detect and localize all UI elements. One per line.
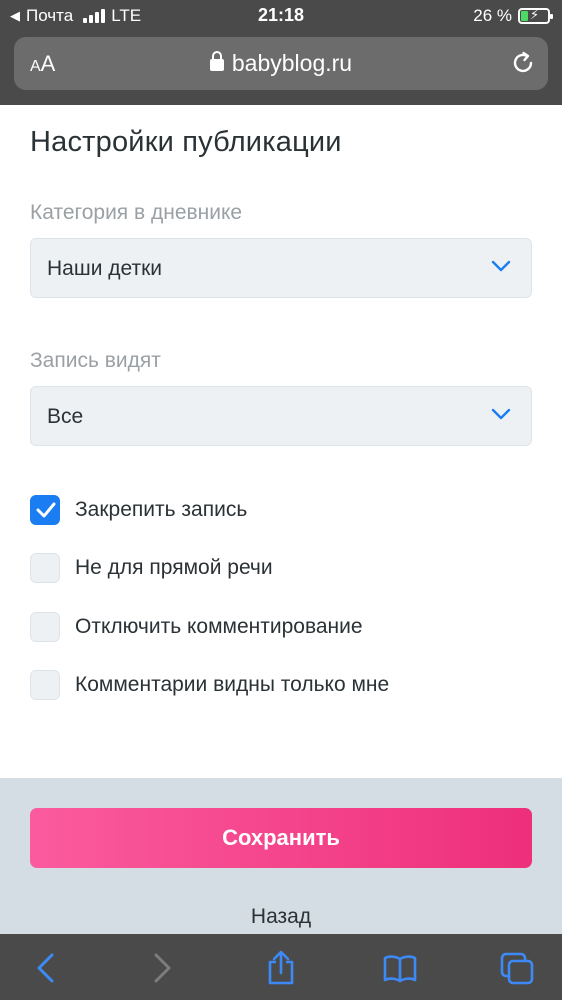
- not-direct-speech-checkbox[interactable]: [30, 553, 60, 583]
- chevron-down-icon: [491, 407, 511, 426]
- browser-toolbar: [0, 934, 562, 1000]
- checkbox-label: Отключить комментирование: [75, 615, 363, 638]
- chevron-down-icon: [491, 259, 511, 278]
- checkbox-label: Закрепить запись: [75, 498, 248, 521]
- battery-fill: [521, 11, 528, 21]
- forward-icon[interactable]: [142, 950, 182, 986]
- category-value: Наши детки: [47, 257, 163, 280]
- checkbox-label: Не для прямой речи: [75, 556, 273, 579]
- disable-comments-checkbox[interactable]: [30, 612, 60, 642]
- back-icon[interactable]: [26, 950, 66, 986]
- save-button[interactable]: Сохранить: [30, 808, 532, 868]
- status-right: 26 % ⚡: [473, 6, 553, 26]
- visibility-label: Запись видят: [30, 349, 161, 372]
- publication-settings: Настройки публикации Категория в дневник…: [0, 105, 562, 778]
- pin-checkbox[interactable]: [30, 495, 60, 525]
- category-select[interactable]: Наши детки: [30, 238, 532, 298]
- status-bar: ◀ Почта LTE 21:18 26 % ⚡: [0, 0, 562, 32]
- bookmarks-icon[interactable]: [380, 950, 420, 986]
- back-link[interactable]: Назад: [0, 905, 562, 929]
- checkbox-row-pin[interactable]: Закрепить запись: [30, 495, 247, 525]
- battery-percent: 26 %: [473, 6, 512, 25]
- tabs-icon[interactable]: [497, 950, 537, 986]
- battery-icon: ⚡: [518, 7, 553, 24]
- actions-panel: Сохранить Назад: [0, 778, 562, 934]
- page-title: Настройки публикации: [30, 126, 342, 158]
- url-display[interactable]: babyblog.ru: [14, 50, 548, 77]
- checkbox-row-disable-comments[interactable]: Отключить комментирование: [30, 612, 363, 642]
- visibility-value: Все: [47, 405, 84, 428]
- check-icon: [36, 502, 56, 518]
- share-icon[interactable]: [261, 950, 301, 986]
- address-bar[interactable]: AA babyblog.ru: [14, 37, 548, 90]
- visibility-select[interactable]: Все: [30, 386, 532, 446]
- checkbox-row-not-direct-speech[interactable]: Не для прямой речи: [30, 553, 273, 583]
- browser-chrome-top: ◀ Почта LTE 21:18 26 % ⚡ AA babyblog.ru: [0, 0, 562, 105]
- category-label: Категория в дневнике: [30, 201, 243, 224]
- comments-only-me-checkbox[interactable]: [30, 670, 60, 700]
- reload-icon[interactable]: [510, 50, 536, 81]
- charging-icon: ⚡: [530, 7, 540, 22]
- url-text: babyblog.ru: [231, 50, 353, 76]
- checkbox-row-comments-only-me[interactable]: Комментарии видны только мне: [30, 670, 389, 700]
- lock-icon: [209, 51, 224, 71]
- checkbox-label: Комментарии видны только мне: [75, 673, 390, 696]
